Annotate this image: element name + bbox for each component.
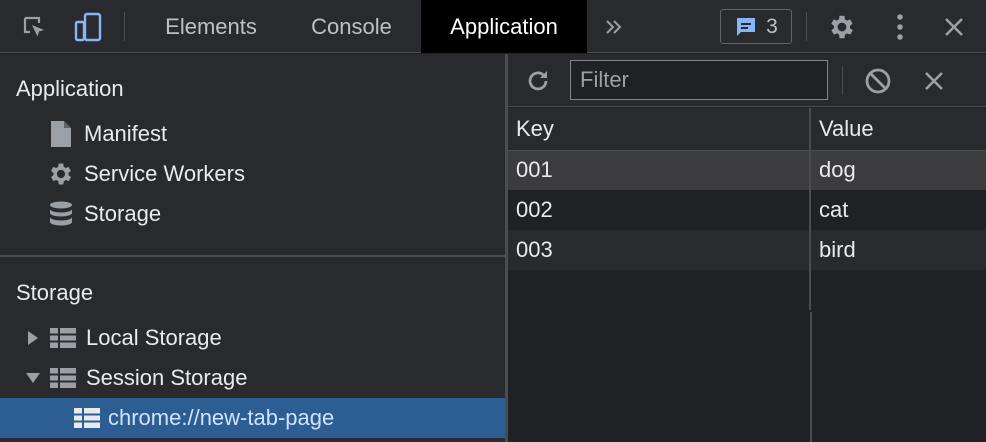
- tab-elements[interactable]: Elements: [140, 0, 282, 53]
- kebab-menu-icon[interactable]: [880, 0, 920, 53]
- column-header-key[interactable]: Key: [508, 108, 811, 151]
- cell-key[interactable]: 003: [508, 230, 811, 270]
- table-row[interactable]: 002 cat: [508, 190, 986, 230]
- devtools-toolbar: Elements Console Application 3: [0, 0, 986, 53]
- sidebar-item-new-tab-page[interactable]: chrome://new-tab-page: [0, 398, 505, 438]
- column-divider: [810, 312, 812, 442]
- filter-input[interactable]: [570, 60, 828, 100]
- table-empty-area: [508, 312, 986, 442]
- close-icon[interactable]: [934, 0, 974, 53]
- sidebar-item-session-storage[interactable]: Session Storage: [24, 358, 247, 398]
- tab-application[interactable]: Application: [421, 0, 587, 53]
- issues-count: 3: [766, 14, 778, 38]
- storage-table: Key Value 001 dog 002 cat 003 bird: [508, 108, 986, 310]
- message-icon: [734, 15, 758, 39]
- collapse-arrow-icon[interactable]: [24, 372, 42, 384]
- table-icon: [48, 328, 78, 348]
- sidebar-item-label: Session Storage: [86, 365, 248, 390]
- cell-value-empty[interactable]: [810, 270, 986, 310]
- sidebar-item-service-workers[interactable]: Service Workers: [46, 154, 245, 194]
- tab-console[interactable]: Console: [288, 0, 415, 53]
- sidebar-item-label: Local Storage: [86, 325, 222, 350]
- toolbar-separator: [842, 66, 843, 95]
- gear-icon[interactable]: [822, 0, 862, 53]
- inspect-element-icon[interactable]: [14, 0, 54, 53]
- issues-badge[interactable]: 3: [720, 9, 792, 44]
- file-icon: [46, 121, 76, 147]
- cell-key[interactable]: 001: [508, 150, 811, 190]
- table-header-row: Key Value: [508, 108, 986, 151]
- sidebar-item-label: chrome://new-tab-page: [108, 405, 335, 430]
- sidebar-item-local-storage[interactable]: Local Storage: [24, 318, 222, 358]
- device-toolbar-icon[interactable]: [68, 0, 108, 53]
- sidebar-section-title: Application: [16, 76, 124, 101]
- table-row[interactable]: 003 bird: [508, 230, 986, 270]
- column-header-value[interactable]: Value: [810, 108, 986, 151]
- cell-value[interactable]: dog: [810, 150, 986, 190]
- delete-selected-icon[interactable]: [914, 54, 954, 107]
- storage-toolbar: [508, 54, 986, 107]
- sidebar-item-label: Service Workers: [84, 161, 245, 186]
- sidebar-item-label: Storage: [84, 201, 162, 226]
- table-row[interactable]: 001 dog: [508, 150, 986, 190]
- cell-value[interactable]: bird: [810, 230, 986, 270]
- chevron-double-right-icon[interactable]: [594, 0, 634, 53]
- toolbar-separator: [806, 12, 807, 41]
- cell-key-empty[interactable]: [508, 270, 811, 310]
- table-icon: [48, 368, 78, 388]
- sidebar-item-label: Manifest: [84, 121, 168, 146]
- database-icon: [46, 201, 76, 227]
- table-icon: [72, 408, 102, 428]
- toolbar-separator: [124, 12, 125, 41]
- storage-panel: Key Value 001 dog 002 cat 003 bird: [508, 54, 986, 442]
- cell-key[interactable]: 002: [508, 190, 811, 230]
- table-row-empty[interactable]: [508, 270, 986, 310]
- sidebar-section-title: Storage: [16, 280, 94, 305]
- sidebar-item-manifest[interactable]: Manifest: [46, 114, 167, 154]
- gear-icon: [46, 160, 76, 188]
- expand-arrow-icon[interactable]: [24, 331, 42, 345]
- sidebar-item-storage[interactable]: Storage: [46, 194, 161, 234]
- application-sidebar: Application Manifest Service Workers Sto…: [0, 54, 505, 442]
- clear-all-icon[interactable]: [858, 54, 898, 107]
- refresh-icon[interactable]: [518, 54, 558, 107]
- sidebar-divider: [0, 255, 505, 257]
- cell-value[interactable]: cat: [810, 190, 986, 230]
